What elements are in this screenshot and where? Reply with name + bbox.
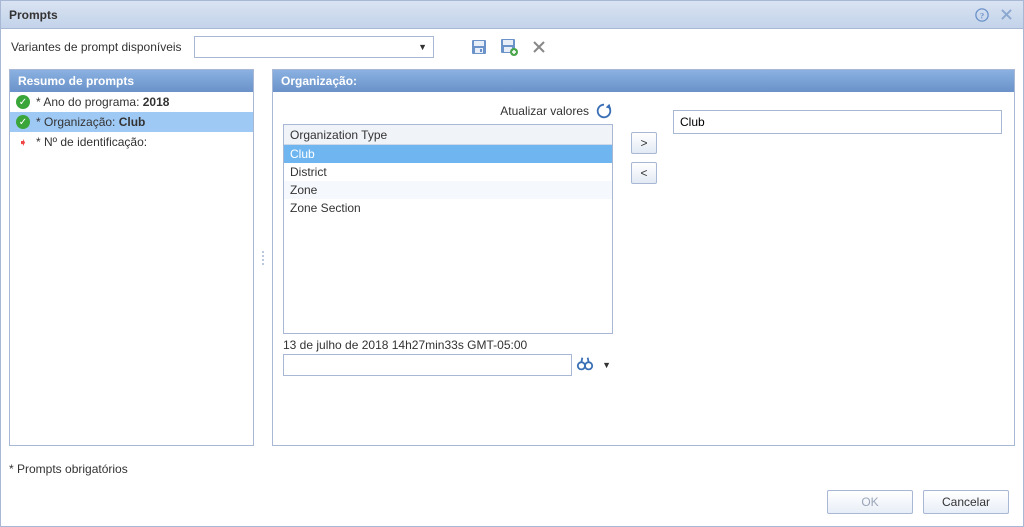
check-icon: ✓ bbox=[16, 115, 30, 129]
organization-list: Organization Type ClubDistrictZoneZone S… bbox=[283, 124, 613, 334]
search-input[interactable] bbox=[283, 354, 572, 376]
summary-item-label: * Organização: Club bbox=[36, 115, 145, 129]
search-row: ▼ bbox=[283, 354, 613, 376]
detail-body: Atualizar valores Organization Type Club… bbox=[273, 92, 1014, 445]
ok-button[interactable]: OK bbox=[827, 490, 913, 514]
required-footnote: * Prompts obrigatórios bbox=[9, 462, 128, 476]
list-item[interactable]: Club bbox=[284, 145, 612, 163]
refresh-label: Atualizar valores bbox=[500, 104, 589, 118]
arrow-required-icon: ➧ bbox=[16, 135, 30, 149]
variants-dropdown[interactable]: ▼ bbox=[194, 36, 434, 58]
titlebar: Prompts ? bbox=[1, 1, 1023, 29]
detail-panel: Organização: Atualizar valores Organizat… bbox=[272, 69, 1015, 446]
summary-item-label: * Ano do programa: 2018 bbox=[36, 95, 169, 109]
list-item[interactable]: District bbox=[284, 163, 612, 181]
remove-button[interactable]: < bbox=[631, 162, 657, 184]
summary-item-label: * Nº de identificação: bbox=[36, 135, 147, 149]
chevron-down-icon: ▼ bbox=[415, 39, 431, 55]
window-title: Prompts bbox=[9, 8, 58, 22]
variants-label: Variantes de prompt disponíveis bbox=[11, 40, 182, 54]
delete-icon[interactable] bbox=[528, 36, 550, 58]
add-button[interactable]: > bbox=[631, 132, 657, 154]
organization-column-header[interactable]: Organization Type bbox=[284, 125, 612, 145]
save-icon[interactable] bbox=[468, 36, 490, 58]
splitter[interactable] bbox=[260, 69, 266, 446]
check-icon: ✓ bbox=[16, 95, 30, 109]
save-as-icon[interactable] bbox=[498, 36, 520, 58]
selected-value-input[interactable] bbox=[673, 110, 1002, 134]
refresh-icon[interactable] bbox=[595, 102, 613, 120]
last-refresh-timestamp: 13 de julho de 2018 14h27min33s GMT-05:0… bbox=[283, 338, 613, 352]
columns: Resumo de prompts ✓ * Ano do programa: 20… bbox=[9, 69, 1015, 446]
variants-toolbar: Variantes de prompt disponíveis ▼ bbox=[1, 29, 1023, 65]
summary-list: ✓ * Ano do programa: 2018 ✓ * Organização: … bbox=[10, 92, 253, 445]
summary-item[interactable]: ➧ * Nº de identificação: bbox=[10, 132, 253, 152]
list-item[interactable]: Zone Section bbox=[284, 199, 612, 217]
prompts-dialog: Prompts ? Variantes de prompt disponívei… bbox=[0, 0, 1024, 527]
search-options-chevron-icon[interactable]: ▼ bbox=[600, 360, 613, 370]
list-item[interactable]: Zone bbox=[284, 181, 612, 199]
help-icon[interactable]: ? bbox=[973, 6, 991, 24]
selected-values-box bbox=[673, 110, 1002, 134]
svg-text:?: ? bbox=[980, 10, 984, 20]
close-icon[interactable] bbox=[997, 6, 1015, 24]
organization-items: ClubDistrictZoneZone Section bbox=[284, 145, 612, 217]
summary-header: Resumo de prompts bbox=[10, 70, 253, 92]
transfer-buttons: > < bbox=[631, 132, 657, 184]
summary-panel: Resumo de prompts ✓ * Ano do programa: 20… bbox=[9, 69, 254, 446]
summary-item[interactable]: ✓ * Organização: Club bbox=[10, 112, 253, 132]
cancel-button[interactable]: Cancelar bbox=[923, 490, 1009, 514]
refresh-row: Atualizar valores bbox=[283, 102, 613, 120]
detail-header: Organização: bbox=[273, 70, 1014, 92]
dialog-buttons: OK Cancelar bbox=[827, 490, 1009, 514]
summary-item[interactable]: ✓ * Ano do programa: 2018 bbox=[10, 92, 253, 112]
binoculars-icon[interactable] bbox=[576, 355, 596, 375]
